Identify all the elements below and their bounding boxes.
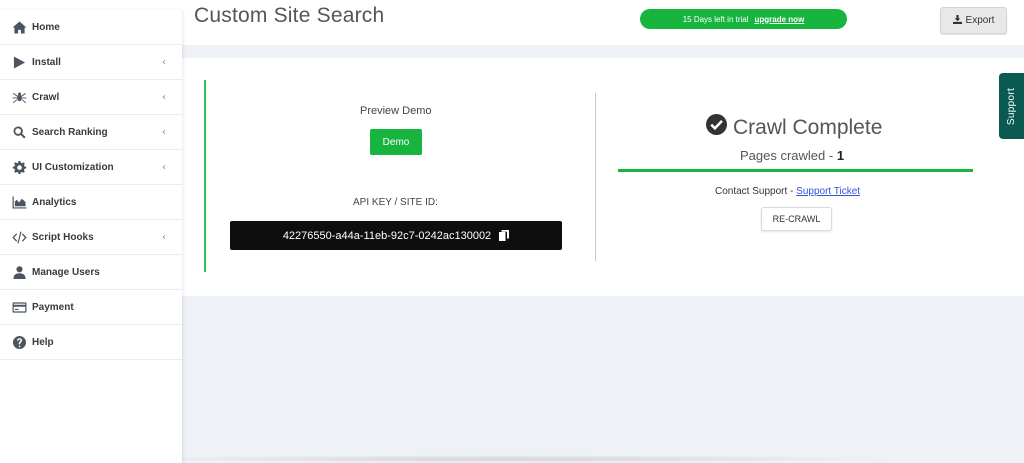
sidebar-item-search-ranking[interactable]: Search Ranking ‹	[0, 115, 182, 150]
api-key-value: 42276550-a44a-11eb-92c7-0242ac130002	[282, 229, 492, 242]
gear-icon	[11, 160, 28, 175]
sidebar: Home Install ‹ Crawl ‹ Search Ranking ‹ …	[0, 10, 182, 463]
card-divider	[595, 93, 596, 261]
check-circle-icon	[706, 114, 727, 141]
page-title: Custom Site Search	[194, 4, 385, 27]
demo-button[interactable]: Demo	[370, 129, 422, 155]
contact-support-label: Contact Support -	[715, 186, 797, 197]
spider-icon	[11, 90, 28, 105]
sidebar-item-analytics[interactable]: Analytics	[0, 185, 182, 220]
crawl-progress-fill	[618, 169, 973, 172]
sidebar-item-crawl[interactable]: Crawl ‹	[0, 80, 182, 115]
chevron-left-icon: ‹	[162, 57, 166, 68]
support-tab-label: Support	[1006, 87, 1017, 125]
sidebar-item-label: Install	[32, 56, 61, 68]
pages-crawled-count: 1	[836, 148, 845, 163]
crawl-status: Crawl Complete	[706, 114, 882, 141]
api-key-field: 42276550-a44a-11eb-92c7-0242ac130002	[230, 221, 562, 250]
recrawl-button[interactable]: RE-CRAWL	[761, 207, 832, 231]
home-icon	[11, 20, 28, 35]
pages-crawled: Pages crawled - 1	[740, 148, 844, 163]
sidebar-item-label: UI Customization	[32, 161, 114, 173]
api-key-label: API KEY / SITE ID:	[353, 197, 438, 208]
search-icon	[11, 125, 28, 140]
trial-text: 15 Days left in trial	[682, 14, 749, 24]
sidebar-item-ui-customization[interactable]: UI Customization ‹	[0, 150, 182, 185]
sidebar-item-home[interactable]: Home	[0, 10, 182, 45]
chevron-left-icon: ‹	[162, 92, 166, 103]
top-header: Custom Site Search 15 Days left in trial…	[182, 0, 1024, 45]
copy-icon[interactable]	[499, 230, 510, 241]
site-status-card	[182, 58, 1024, 296]
sidebar-item-manage-users[interactable]: Manage Users	[0, 255, 182, 290]
chevron-left-icon: ‹	[162, 232, 166, 243]
sidebar-item-payment[interactable]: Payment	[0, 290, 182, 325]
contact-support: Contact Support - Support Ticket	[715, 186, 860, 197]
chevron-left-icon: ‹	[162, 162, 166, 173]
support-tab[interactable]: Support	[999, 73, 1024, 139]
trial-banner: 15 Days left in trial upgrade now	[640, 9, 847, 29]
bottom-shadow	[110, 455, 900, 463]
export-label: Export	[965, 15, 995, 26]
user-icon	[11, 265, 28, 280]
pages-crawled-label: Pages crawled -	[740, 148, 837, 163]
sidebar-item-script-hooks[interactable]: Script Hooks ‹	[0, 220, 182, 255]
sidebar-item-help[interactable]: Help	[0, 325, 182, 360]
card-accent-bar	[204, 80, 206, 272]
sidebar-item-label: Crawl	[32, 91, 60, 103]
sidebar-item-install[interactable]: Install ‹	[0, 45, 182, 80]
export-button[interactable]: Export	[940, 7, 1007, 34]
crawl-progress-bar	[618, 169, 973, 172]
sidebar-item-label: Help	[32, 336, 54, 348]
support-ticket-link[interactable]: Support Ticket	[796, 186, 860, 197]
chevron-left-icon: ‹	[162, 127, 166, 138]
sidebar-item-label: Home	[32, 21, 60, 33]
sidebar-item-label: Payment	[32, 301, 74, 313]
sidebar-item-label: Search Ranking	[32, 126, 108, 138]
code-icon	[11, 230, 28, 245]
crawl-status-text: Crawl Complete	[733, 115, 883, 139]
preview-demo-label: Preview Demo	[360, 105, 432, 117]
sidebar-item-label: Script Hooks	[32, 231, 94, 243]
sidebar-item-label: Manage Users	[32, 266, 100, 278]
chart-icon	[11, 195, 28, 210]
question-icon	[11, 335, 28, 350]
sidebar-item-label: Analytics	[32, 196, 77, 208]
play-icon	[11, 55, 28, 70]
download-icon	[952, 14, 962, 27]
upgrade-now-link[interactable]: upgrade now	[755, 15, 805, 24]
credit-card-icon	[11, 300, 28, 315]
